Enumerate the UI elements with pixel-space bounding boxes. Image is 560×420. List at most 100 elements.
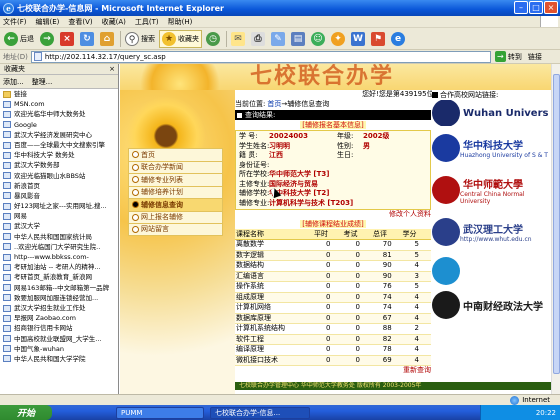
links-button[interactable]: 链接 [528, 52, 542, 62]
scrollbar-thumb[interactable] [553, 74, 560, 374]
partner-link[interactable]: 中南财经政法大学 [432, 290, 548, 320]
favorite-item[interactable]: ..欢迎光临国门大学研究生院.. [3, 242, 118, 252]
breadcrumb-home-link[interactable]: 首页 [267, 100, 281, 110]
organize-favorites-button[interactable]: 整理... [32, 77, 53, 87]
grade-cell: 69 [372, 355, 402, 366]
favorite-item[interactable]: 链接 [3, 89, 118, 99]
favorite-item[interactable]: 欢迎光临猫眼山水BBS站 [3, 171, 118, 181]
favorite-item[interactable]: http---www.bbkss.com- [3, 252, 118, 262]
favorite-item[interactable]: 武汉大学经济发展研究中心 [3, 130, 118, 140]
favorite-item[interactable]: 百度——全球最大中文搜索引擎 [3, 140, 118, 150]
flag-button[interactable]: ⚑ [369, 30, 387, 48]
stop-button[interactable]: × [58, 30, 76, 48]
favorite-item[interactable]: 新浪首页 [3, 181, 118, 191]
research-button[interactable]: ✦ [329, 30, 347, 48]
favorites-panel-tools: 添加... 整理... [0, 75, 118, 89]
favorite-item[interactable]: 中国高校就业联盟网_大学生... [3, 334, 118, 344]
menu-tools[interactable]: 工具(T) [135, 17, 159, 27]
maximize-button[interactable]: □ [529, 1, 543, 14]
nav-item[interactable]: 联合办学新闻 [128, 160, 223, 173]
back-label: 后退 [20, 34, 34, 43]
taskbar-item-pumm[interactable]: PUMM [116, 406, 204, 419]
favorite-item[interactable]: Google [3, 120, 118, 130]
go-button[interactable]: → 转到 [494, 51, 522, 62]
favorite-item[interactable]: 华中科技大学 数务处 [3, 150, 118, 160]
favorite-item[interactable]: 暴风影音 [3, 191, 118, 201]
grades-body: 离散数学 0 0 70 5 数字逻辑 0 0 81 5 数据结构 0 0 90 4 汇编语言 0 0 90 3 操作系统… [235, 239, 431, 366]
toolbar-divider [226, 30, 227, 47]
favorite-item[interactable]: MSN.com [3, 99, 118, 109]
ie-button[interactable]: e [389, 30, 407, 48]
partner-link[interactable]: Wuhan University [432, 100, 548, 126]
taskbar-item-ie[interactable]: 七校联合办学-信息... [210, 406, 310, 419]
address-input[interactable]: http://202.114.32.17/query_sc.asp [30, 50, 491, 63]
start-button[interactable]: 开始 [0, 405, 52, 420]
nav-item[interactable]: 辅修培养计划 [128, 185, 223, 198]
favorite-item[interactable]: 中国气象-wuhan [3, 344, 118, 354]
favorite-item[interactable]: 招商银行信用卡网站 [3, 323, 118, 333]
favorite-item[interactable]: 考研首页_新浪教育_新浪网 [3, 272, 118, 282]
modify-profile-link[interactable]: 修改个人资料 [235, 210, 431, 219]
menu-file[interactable]: 文件(F) [3, 17, 27, 27]
breadcrumb-prefix: 当前位置: [235, 99, 266, 108]
partner-link[interactable]: 华中科技大学 Huazhong University of S & T [432, 128, 548, 168]
favorite-item[interactable]: 考研加油站 -- 考研人的精神... [3, 262, 118, 272]
nav-item[interactable]: 辅修专业列表 [128, 173, 223, 186]
history-button[interactable]: ◷ [204, 30, 222, 48]
menu-help[interactable]: 帮助(H) [168, 17, 193, 27]
favorite-item[interactable]: 武汉大学数务部 [3, 160, 118, 170]
refresh-button[interactable]: ↻ [78, 30, 96, 48]
favorite-item[interactable]: 早报网 Zaobao.com [3, 313, 118, 323]
menu-favorites[interactable]: 收藏(A) [102, 17, 126, 27]
partner-subtitle: http://www.whut.edu.cn [460, 236, 532, 243]
grade-cell: 2 [401, 323, 431, 335]
home-button[interactable]: ⌂ [98, 30, 116, 48]
favorite-item[interactable]: 武汉大学 [3, 221, 118, 231]
mm-button[interactable]: W [349, 30, 367, 48]
grade-cell: 0 [342, 313, 372, 324]
search-button[interactable]: ⚲ 搜索 [123, 30, 157, 48]
discuss-button[interactable]: ▤ [289, 30, 307, 48]
partner-link[interactable]: 华中师範大學 Central China Normal University [432, 170, 548, 210]
grade-row: 操作系统 0 0 76 5 [235, 281, 431, 293]
favorite-item[interactable]: 中华人民共和国大学学院 [3, 354, 118, 364]
results-header-label: 查询结果: [245, 111, 276, 119]
favorite-item[interactable]: 网易 [3, 211, 118, 221]
partner-link[interactable] [432, 254, 548, 288]
menu-view[interactable]: 查看(V) [68, 17, 92, 27]
back-button[interactable]: ← 后退 [2, 30, 36, 48]
menu-edit[interactable]: 编辑(E) [36, 17, 60, 27]
favorite-item[interactable]: 中华人民共和国国家统计局 [3, 232, 118, 242]
window-title-bar[interactable]: e 七校联合办学-信息网 - Microsoft Internet Explor… [0, 0, 560, 16]
favorites-button[interactable]: ★ 收藏夹 [159, 29, 202, 48]
close-panel-icon[interactable]: × [109, 65, 115, 73]
favorite-item[interactable]: 欢迎光临华中师大数务处 [3, 109, 118, 119]
grade-row: 数字逻辑 0 0 81 5 [235, 250, 431, 261]
minimize-button[interactable]: – [514, 1, 528, 14]
page-icon [3, 141, 11, 149]
messenger-button[interactable]: ☺ [309, 30, 327, 48]
star-icon: ★ [162, 31, 176, 46]
vertical-scrollbar[interactable] [551, 64, 560, 394]
requery-link[interactable]: 重新查询 [235, 366, 431, 375]
add-favorite-button[interactable]: 添加... [3, 77, 24, 87]
favorite-item[interactable]: 好123网址之家---实用网址,搜... [3, 201, 118, 211]
print-button[interactable]: ⎙ [249, 30, 267, 48]
partner-link[interactable]: 武汉理工大学 http://www.whut.edu.cn [432, 212, 548, 252]
favorite-item[interactable]: 致要加服网加服连锁经营加... [3, 293, 118, 303]
favorite-item-label: 百度——全球最大中文搜索引擎 [14, 140, 105, 149]
nav-item[interactable]: 首页 [128, 148, 223, 161]
nav-item[interactable]: 网上报名辅修 [128, 210, 223, 223]
minor-major-label: 辅修专业: [239, 198, 269, 207]
close-button[interactable]: × [544, 1, 558, 14]
edit-button[interactable]: ✎ [269, 30, 287, 48]
page-icon [33, 52, 42, 61]
nav-item[interactable]: 网站留言 [128, 223, 223, 236]
partner-subtitle: Huazhong University of S & T [460, 152, 548, 159]
nav-item[interactable]: 辅修信息查询 [128, 198, 223, 211]
forward-button[interactable]: → [38, 30, 56, 48]
favorite-item[interactable]: 网易163邮箱--中文邮箱第一品牌 [3, 283, 118, 293]
print-icon: ⎙ [251, 31, 265, 46]
mail-button[interactable]: ✉ [229, 30, 247, 48]
favorite-item[interactable]: 武汉大学招生就业工作处 [3, 303, 118, 313]
